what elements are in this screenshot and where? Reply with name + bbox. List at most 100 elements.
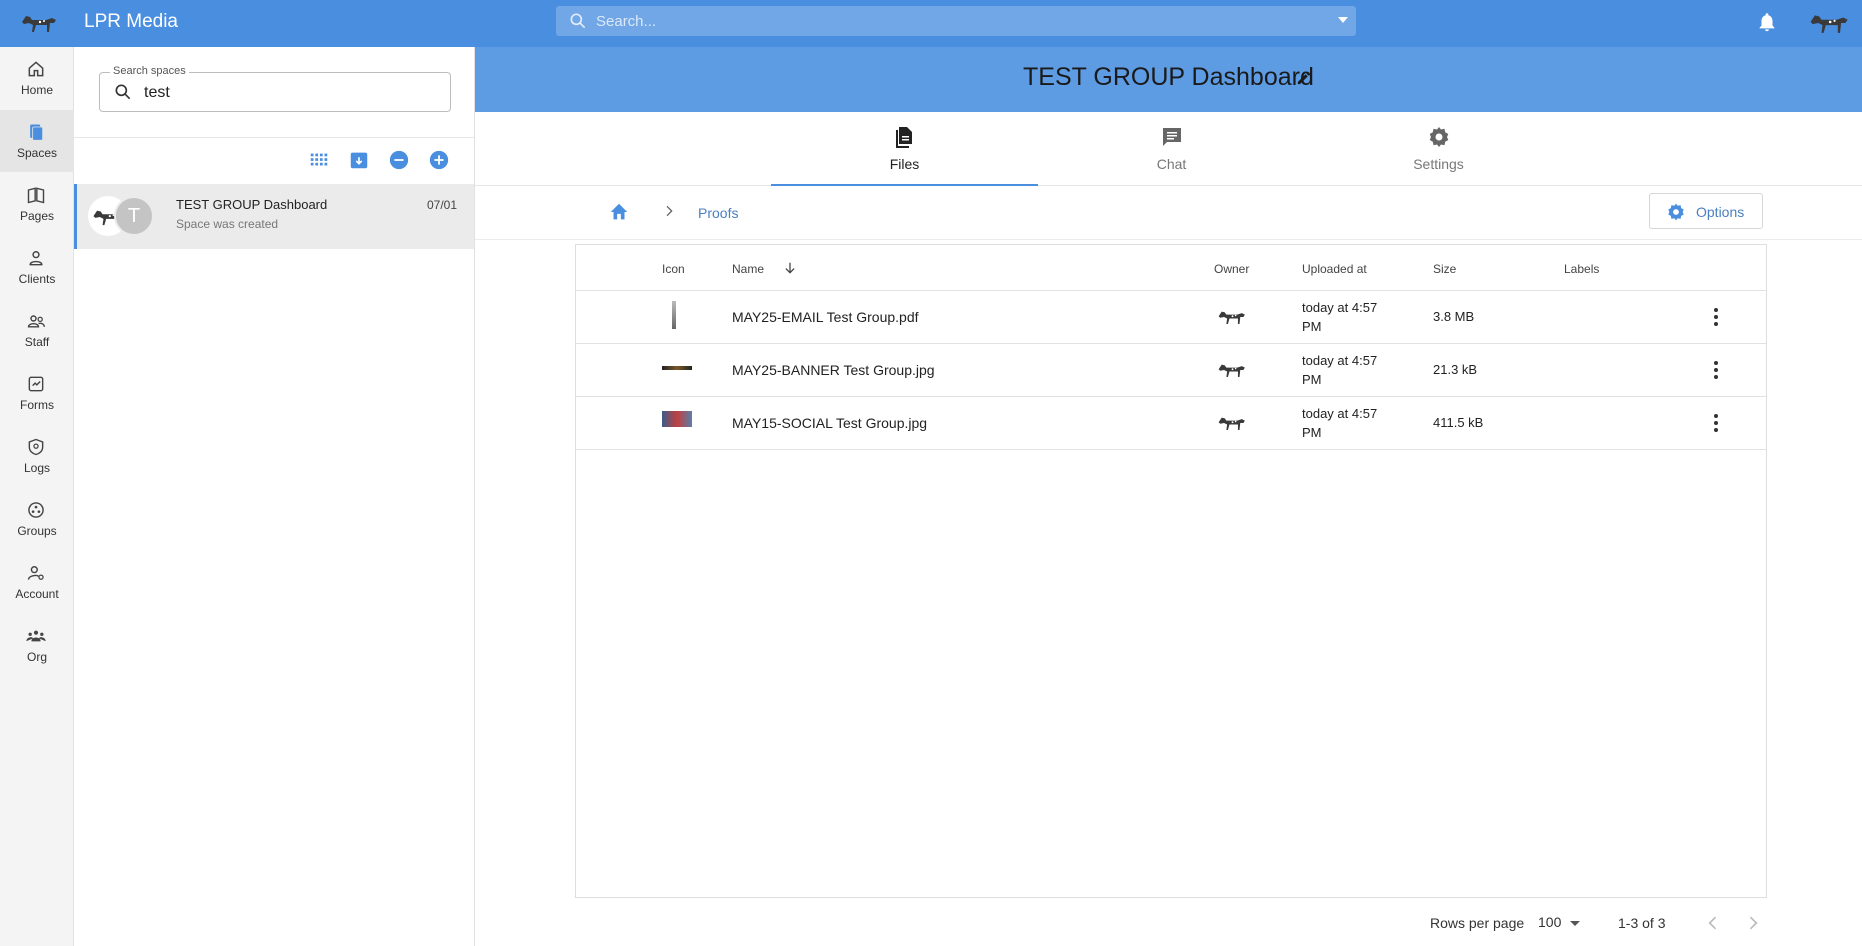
- nav-item-clients[interactable]: Clients: [0, 236, 74, 298]
- page-title: TEST GROUP Dashboard: [1023, 63, 1314, 91]
- spaces-panel: Search spaces test T TEST GROUP Dashboar…: [74, 47, 475, 946]
- nav-item-staff[interactable]: Staff: [0, 299, 74, 361]
- add-space-plus-icon[interactable]: [428, 149, 450, 171]
- column-header-name[interactable]: Name: [732, 262, 764, 276]
- nav-label: Org: [26, 650, 47, 664]
- space-title: TEST GROUP Dashboard: [176, 197, 328, 212]
- files-icon: [896, 127, 912, 148]
- nav-label: Account: [15, 587, 59, 601]
- column-header-icon: Icon: [662, 262, 685, 276]
- breadcrumb-folder-proofs[interactable]: Proofs: [698, 205, 738, 221]
- edit-pencil-icon[interactable]: [1295, 70, 1312, 87]
- file-size: 21.3 kB: [1433, 362, 1478, 377]
- nav-label: Spaces: [16, 146, 58, 160]
- breadcrumb: Proofs Options: [475, 186, 1862, 240]
- tab-label: Files: [889, 156, 920, 172]
- nav-label: Logs: [23, 461, 51, 475]
- space-avatar-letter: T: [114, 196, 154, 236]
- tab-settings[interactable]: Settings: [1305, 112, 1572, 186]
- groups-icon: [28, 502, 44, 518]
- shield-icon: [28, 438, 44, 456]
- chevron-right-icon: [666, 205, 673, 217]
- file-name[interactable]: MAY25-EMAIL Test Group.pdf: [732, 309, 919, 325]
- column-header-labels: Labels: [1564, 262, 1600, 276]
- search-icon: [115, 84, 131, 100]
- forms-icon: [28, 376, 44, 392]
- left-nav: Home Spaces Pages Clients Staff Forms Lo…: [0, 47, 74, 946]
- table-header: Icon Name Owner Uploaded at Size Labels: [576, 245, 1766, 291]
- options-button[interactable]: Options: [1649, 193, 1763, 229]
- nav-item-pages[interactable]: Pages: [0, 173, 74, 235]
- uploaded-at: today at 4:57 PM: [1302, 300, 1378, 334]
- sort-arrow-down-icon[interactable]: [783, 261, 797, 275]
- space-header: TEST GROUP Dashboard: [475, 47, 1862, 112]
- home-icon: [28, 61, 44, 77]
- owner-avatar: [1218, 311, 1245, 324]
- nav-label: Staff: [24, 335, 50, 349]
- nav-label: Pages: [19, 209, 55, 223]
- files-table: Icon Name Owner Uploaded at Size Labels …: [575, 244, 1767, 898]
- org-icon: [26, 630, 46, 642]
- chat-icon: [1163, 128, 1181, 146]
- table-row[interactable]: MAY25-EMAIL Test Group.pdf today at 4:57…: [576, 291, 1766, 344]
- file-thumbnail: [672, 301, 676, 329]
- nav-item-org[interactable]: Org: [0, 614, 74, 676]
- account-settings-icon: [27, 566, 44, 580]
- more-vert-icon[interactable]: [1704, 305, 1728, 329]
- nav-item-spaces[interactable]: Spaces: [0, 110, 74, 172]
- pagination: Rows per page 100 1-3 of 3: [475, 907, 1862, 937]
- owner-avatar: [1218, 364, 1245, 377]
- tab-chat[interactable]: Chat: [1038, 112, 1305, 186]
- tab-bar: Files Chat Settings: [475, 112, 1862, 186]
- global-search[interactable]: [556, 6, 1356, 36]
- main-content: TEST GROUP Dashboard Files Chat Settings…: [475, 47, 1862, 946]
- archive-icon[interactable]: [348, 149, 370, 171]
- next-page-icon[interactable]: [1743, 913, 1763, 933]
- spaces-search-input[interactable]: test: [144, 84, 170, 102]
- prev-page-icon[interactable]: [1703, 913, 1723, 933]
- file-name[interactable]: MAY15-SOCIAL Test Group.jpg: [732, 415, 927, 431]
- space-subtitle: Space was created: [176, 217, 279, 231]
- rows-per-page-label: Rows per page: [1430, 915, 1525, 931]
- file-thumbnail: [662, 366, 692, 370]
- nav-item-groups[interactable]: Groups: [0, 488, 74, 550]
- nav-item-home[interactable]: Home: [0, 47, 74, 109]
- more-vert-icon[interactable]: [1704, 411, 1728, 435]
- grid-view-icon[interactable]: [308, 149, 330, 171]
- table-row[interactable]: MAY15-SOCIAL Test Group.jpg today at 4:5…: [576, 397, 1766, 450]
- tab-label: Settings: [1413, 156, 1464, 172]
- breadcrumb-home-icon[interactable]: [608, 201, 630, 223]
- nav-item-forms[interactable]: Forms: [0, 362, 74, 424]
- spaces-search-label: Search spaces: [110, 65, 189, 77]
- nav-item-account[interactable]: Account: [0, 551, 74, 613]
- file-size: 3.8 MB: [1433, 309, 1475, 324]
- column-header-size: Size: [1433, 262, 1457, 276]
- person-icon: [29, 251, 43, 266]
- search-dropdown-caret-icon[interactable]: [1338, 17, 1348, 23]
- gear-icon: [1668, 203, 1684, 221]
- bell-icon[interactable]: [1756, 10, 1778, 34]
- tab-files[interactable]: Files: [771, 112, 1038, 186]
- uploaded-at: today at 4:57 PM: [1302, 406, 1378, 440]
- page-range: 1-3 of 3: [1618, 915, 1666, 931]
- nav-item-logs[interactable]: Logs: [0, 425, 74, 487]
- collapse-minus-icon[interactable]: [388, 149, 410, 171]
- file-size: 411.5 kB: [1433, 415, 1484, 430]
- brand-name[interactable]: LPR Media: [84, 11, 178, 33]
- file-name[interactable]: MAY25-BANNER Test Group.jpg: [732, 362, 935, 378]
- global-search-input[interactable]: [596, 10, 1296, 32]
- user-avatar[interactable]: [1804, 2, 1852, 44]
- owner-avatar: [1218, 417, 1245, 430]
- rows-per-page-select[interactable]: 100: [1538, 914, 1561, 930]
- more-vert-icon[interactable]: [1704, 358, 1728, 382]
- table-row[interactable]: MAY25-BANNER Test Group.jpg today at 4:5…: [576, 344, 1766, 397]
- nav-label: Clients: [18, 272, 56, 286]
- space-list-item[interactable]: T TEST GROUP Dashboard Space was created…: [74, 184, 474, 249]
- tab-label: Chat: [1156, 156, 1187, 172]
- pages-icon: [27, 187, 45, 204]
- logo-dog-icon[interactable]: [16, 4, 60, 42]
- nav-label: Forms: [20, 398, 54, 412]
- spaces-search-field[interactable]: Search spaces test: [99, 65, 451, 112]
- rows-per-page-caret-icon[interactable]: [1570, 921, 1580, 926]
- uploaded-at: today at 4:57 PM: [1302, 353, 1378, 387]
